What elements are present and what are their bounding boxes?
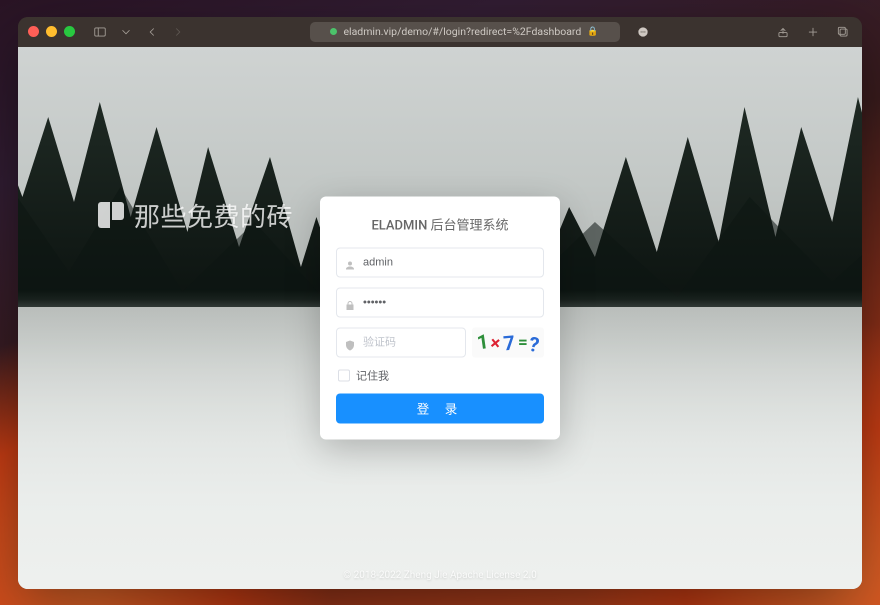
lock-icon [344,296,356,308]
reader-toggle-icon[interactable]: ••• [634,23,652,41]
username-input[interactable] [336,247,544,277]
close-window-button[interactable] [28,26,39,37]
window-controls [28,26,75,37]
minimize-window-button[interactable] [46,26,57,37]
login-button[interactable]: 登 录 [336,393,544,423]
shield-icon [344,336,356,348]
password-field-wrapper [336,287,544,317]
login-card: ELADMIN 后台管理系统 [320,196,560,439]
new-tab-icon[interactable] [804,23,822,41]
username-field-wrapper [336,247,544,277]
back-button[interactable] [143,23,161,41]
svg-text:1: 1 [475,329,490,354]
captcha-image[interactable]: 1 × 7 = ? [472,327,544,357]
user-icon [344,256,356,268]
address-bar[interactable]: eladmin.vip/demo/#/login?redirect=%2Fdas… [310,22,620,42]
remember-me-checkbox[interactable]: 记住我 [338,367,544,383]
checkbox-box [338,369,350,381]
lock-icon: 🔒 [587,27,598,37]
share-icon[interactable] [774,23,792,41]
forward-button [169,23,187,41]
svg-text:•••: ••• [640,29,646,35]
svg-text:=: = [518,332,528,352]
browser-window: eladmin.vip/demo/#/login?redirect=%2Fdas… [18,17,862,589]
desktop-background: eladmin.vip/demo/#/login?redirect=%2Fdas… [0,0,880,605]
login-title: ELADMIN 后台管理系统 [336,214,544,233]
tab-overview-icon[interactable] [834,23,852,41]
page-viewport: 那些免费的砖 ELADMIN 后台管理系统 [18,47,862,589]
site-status-dot [330,28,337,35]
sidebar-toggle-icon[interactable] [91,23,109,41]
svg-text:×: × [489,332,501,354]
zoom-window-button[interactable] [64,26,75,37]
password-input[interactable] [336,287,544,317]
captcha-field-wrapper [336,327,466,357]
page-footer: © 2018-2022 Zheng Jie Apache License 2.0 [18,570,862,581]
svg-text:7: 7 [502,330,516,355]
chevron-down-icon[interactable] [117,23,135,41]
browser-toolbar: eladmin.vip/demo/#/login?redirect=%2Fdas… [18,17,862,47]
svg-text:?: ? [527,331,541,356]
address-bar-url: eladmin.vip/demo/#/login?redirect=%2Fdas… [343,25,581,38]
remember-me-label: 记住我 [356,367,389,383]
